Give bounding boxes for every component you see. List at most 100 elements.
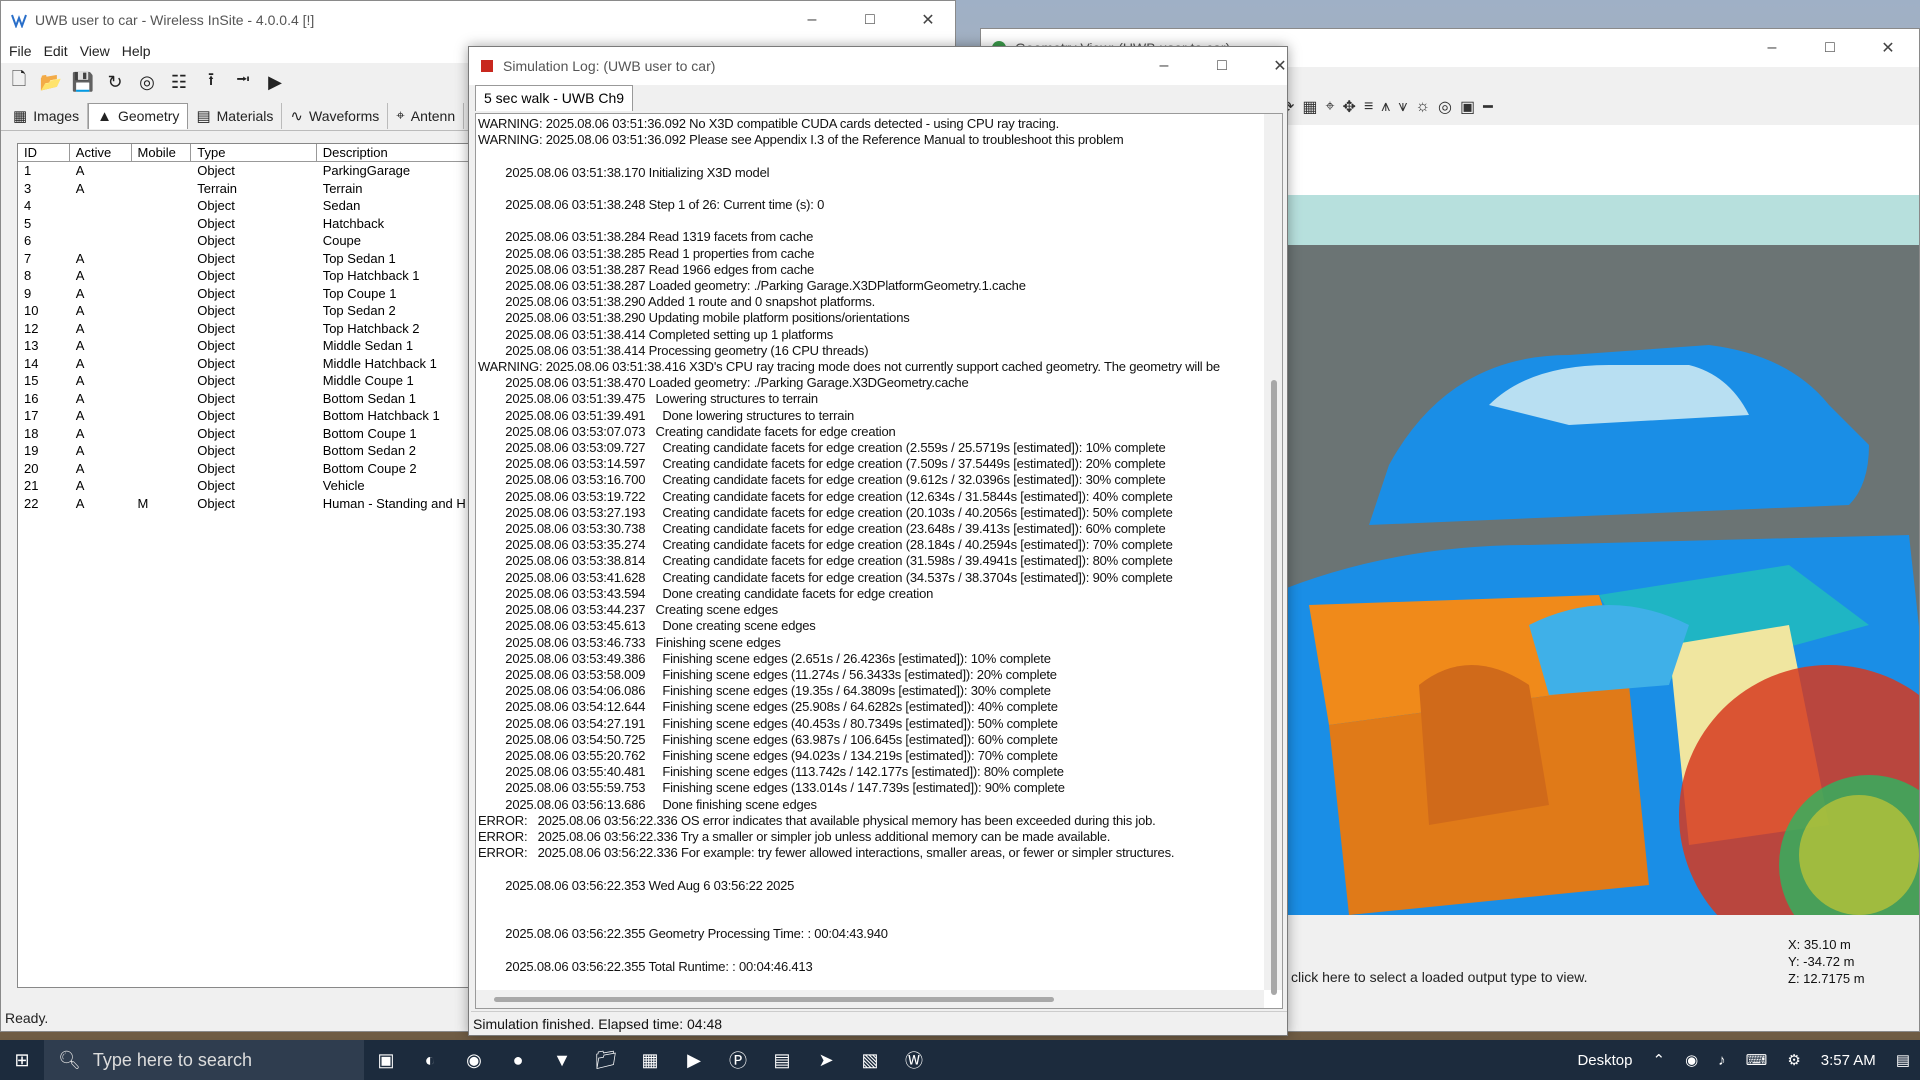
store-icon[interactable]: ▦ (628, 1040, 672, 1080)
horizontal-scrollbar[interactable] (476, 990, 1264, 1008)
wireless-insite-taskbar-icon[interactable]: Ⓦ (892, 1040, 936, 1080)
firefox-browser-icon[interactable]: ● (496, 1040, 540, 1080)
save-icon[interactable]: 💾 (69, 68, 97, 96)
pan-icon[interactable]: ✥ (1343, 97, 1356, 117)
desktop-toolbar-label[interactable]: Desktop (1577, 1052, 1632, 1069)
table-cell: 7 (24, 250, 32, 266)
globe-icon[interactable]: ◎ (133, 68, 161, 96)
maximize-icon[interactable]: □ (1807, 29, 1853, 67)
table-row[interactable]: 5 Object Hatchback (18, 215, 476, 233)
file-explorer-icon[interactable]: 📁︎ (584, 1040, 628, 1080)
table-row[interactable]: 21 A Object Vehicle (18, 477, 476, 495)
run-icon[interactable]: ▶ (261, 68, 289, 96)
clock-time[interactable]: 3:57 AM (1821, 1052, 1876, 1069)
table-row[interactable]: 18 A Object Bottom Coupe 1 (18, 425, 476, 443)
table-row[interactable]: 4 Object Sedan (18, 197, 476, 215)
table-row[interactable]: 16 A Object Bottom Sedan 1 (18, 390, 476, 408)
table-row[interactable]: 19 A Object Bottom Sedan 2 (18, 442, 476, 460)
ruler-icon[interactable]: ━ (1483, 97, 1493, 117)
arrow-app-icon[interactable]: ➤ (804, 1040, 848, 1080)
grid-icon[interactable]: ▦ (1302, 97, 1317, 117)
table-row[interactable]: 1 A Object ParkingGarage (18, 162, 476, 180)
table-cell: Object (197, 320, 235, 336)
column-header-id[interactable]: ID (18, 144, 70, 161)
main-titlebar[interactable]: UWB user to car - Wireless InSite - 4.0.… (1, 1, 955, 39)
tab-antennas[interactable]: ⌖ Antenn (388, 102, 465, 129)
log-titlebar[interactable]: Simulation Log: (UWB user to car) – □ ✕ (469, 47, 1287, 85)
table-row[interactable]: 12 A Object Top Hatchback 2 (18, 320, 476, 338)
app-window-icon[interactable]: ▤ (760, 1040, 804, 1080)
notification-icon[interactable]: ▤ (1896, 1051, 1910, 1069)
tree-icon[interactable]: ☷ (165, 68, 193, 96)
tab-materials[interactable]: ▤ Materials (188, 102, 283, 129)
maximize-icon[interactable]: □ (1199, 47, 1245, 85)
minimize-icon[interactable]: – (1141, 47, 1187, 85)
chrome-browser-icon[interactable]: ◉ (452, 1040, 496, 1080)
antenna-tx-icon[interactable]: ⩚ (1381, 98, 1390, 116)
task-view-icon[interactable]: ▣ (364, 1040, 408, 1080)
table-row[interactable]: 7 A Object Top Sedan 1 (18, 250, 476, 268)
menu-help[interactable]: Help (122, 43, 151, 59)
minimize-icon[interactable]: – (789, 1, 835, 39)
column-header-mobile[interactable]: Mobile (132, 144, 192, 161)
table-row[interactable]: 17 A Object Bottom Hatchback 1 (18, 407, 476, 425)
menu-file[interactable]: File (9, 43, 32, 59)
windows-start-icon[interactable]: ⊞ (0, 1040, 44, 1080)
scroll-thumb[interactable] (494, 997, 1054, 1002)
import-icon[interactable]: ⭱ (197, 68, 225, 96)
vertical-scrollbar[interactable] (1264, 114, 1282, 995)
gear-icon[interactable]: ⚙ (1787, 1051, 1800, 1069)
minimize-icon[interactable]: – (1749, 29, 1795, 67)
pf-app-icon[interactable]: Ⓟ (716, 1040, 760, 1080)
table-row[interactable]: 22 A M Object Human - Standing and H (18, 495, 476, 513)
3d-viewport[interactable] (1269, 125, 1919, 915)
menu-edit[interactable]: Edit (44, 43, 68, 59)
column-header-description[interactable]: Description (317, 144, 476, 161)
column-header-type[interactable]: Type (191, 144, 317, 161)
table-row[interactable]: 8 A Object Top Hatchback 1 (18, 267, 476, 285)
media-app-icon[interactable]: ▶ (672, 1040, 716, 1080)
scroll-thumb[interactable] (1271, 380, 1277, 995)
chart-icon[interactable]: ≡ (1364, 98, 1373, 116)
new-file-icon[interactable]: 🗋 (5, 68, 33, 96)
brave-browser-icon[interactable]: ▼ (540, 1040, 584, 1080)
table-row[interactable]: 13 A Object Middle Sedan 1 (18, 337, 476, 355)
close-icon[interactable]: ✕ (905, 1, 951, 39)
table-row[interactable]: 10 A Object Top Sedan 2 (18, 302, 476, 320)
sun-icon[interactable]: ☼ (1415, 98, 1430, 116)
refresh-icon[interactable]: ↻ (101, 68, 129, 96)
table-row[interactable]: 3 A Terrain Terrain (18, 180, 476, 198)
table-row[interactable]: 6 Object Coupe (18, 232, 476, 250)
log-text-area[interactable]: WARNING: 2025.08.06 03:51:36.092 No X3D … (475, 113, 1283, 1009)
maximize-icon[interactable]: □ (847, 1, 893, 39)
tab-geometry[interactable]: ▲ Geometry (88, 102, 189, 129)
layers-icon[interactable]: ▣ (1460, 97, 1475, 117)
keyboard-icon[interactable]: ⌨ (1746, 1051, 1768, 1069)
taskbar-search[interactable]: 🔍︎ Type here to search (44, 1040, 364, 1080)
table-row[interactable]: 20 A Object Bottom Coupe 2 (18, 460, 476, 478)
output-type-message[interactable]: click here to select a loaded output typ… (1291, 969, 1588, 985)
close-icon[interactable]: ✕ (1865, 29, 1911, 67)
export-icon[interactable]: ⭲ (229, 68, 257, 96)
axes-icon[interactable]: ⌖ (1326, 98, 1335, 116)
tab-waveforms[interactable]: ∿ Waveforms (282, 102, 389, 129)
tab-images[interactable]: ▦ Images (5, 102, 89, 129)
close-icon[interactable]: ✕ (1257, 47, 1287, 85)
waveforms-icon: ∿ (290, 107, 303, 125)
table-cell (132, 302, 192, 320)
chevron-up-icon[interactable]: ⌃ (1652, 1051, 1665, 1069)
antenna-rx-icon[interactable]: ⩛ (1398, 98, 1407, 116)
image-app-icon[interactable]: ▧ (848, 1040, 892, 1080)
target-icon[interactable]: ◎ (1438, 97, 1452, 117)
table-row[interactable]: 9 A Object Top Coupe 1 (18, 285, 476, 303)
table-row[interactable]: 14 A Object Middle Hatchback 1 (18, 355, 476, 373)
menu-view[interactable]: View (80, 43, 110, 59)
volume-icon[interactable]: ♪ (1718, 1052, 1726, 1069)
column-header-active[interactable]: Active (70, 144, 132, 161)
table-row[interactable]: 15 A Object Middle Coupe 1 (18, 372, 476, 390)
open-folder-icon[interactable]: 📂 (37, 68, 65, 96)
edge-browser-icon[interactable]: ◐ (408, 1040, 452, 1080)
log-line: 2025.08.06 03:53:27.193 Creating candida… (478, 504, 1173, 520)
tab-log-run[interactable]: 5 sec walk - UWB Ch9 (475, 85, 634, 111)
network-icon[interactable]: ◉ (1685, 1051, 1698, 1069)
